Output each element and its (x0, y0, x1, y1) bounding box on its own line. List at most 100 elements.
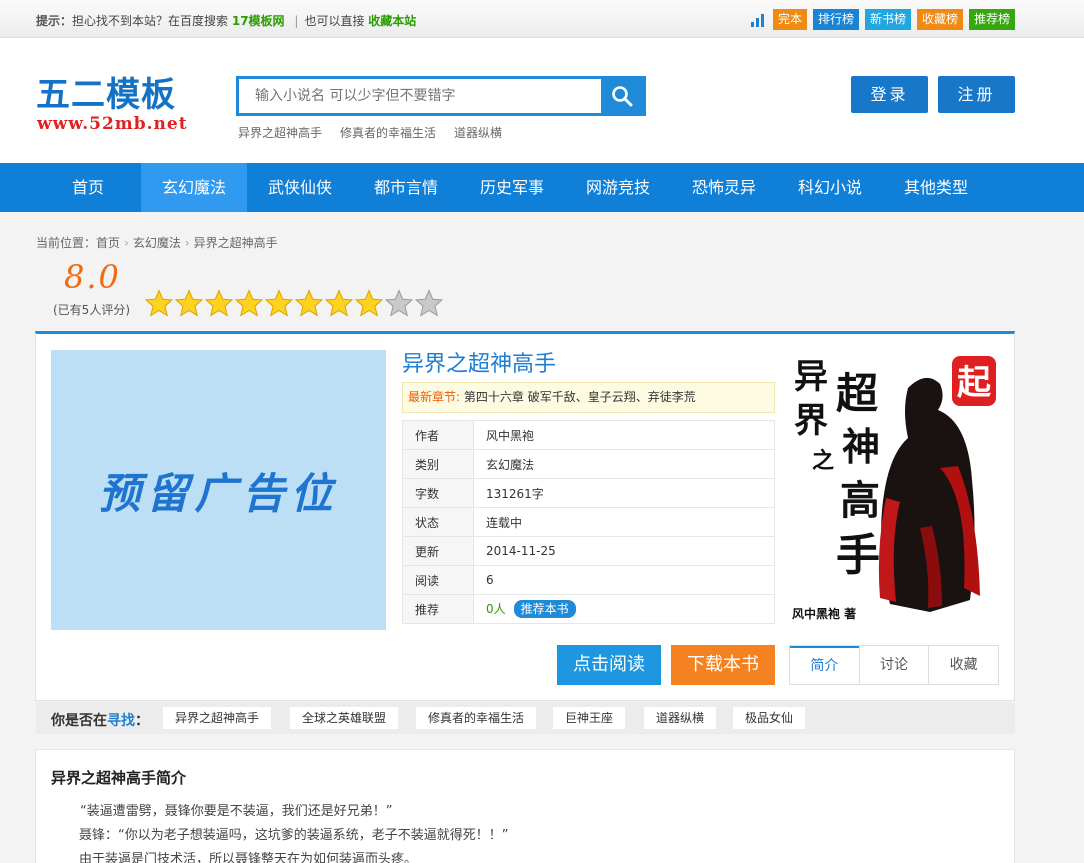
related-tag[interactable]: 极品女仙 (733, 707, 806, 729)
book-cover-image: 起 异 界 之 超 神 高 手 风中黑袍 著 (790, 348, 1000, 623)
search-input[interactable] (239, 79, 599, 113)
breadcrumb-arrow-icon: › (184, 236, 190, 250)
intro-line: 由于装逼是门技术活，所以聂锋整天在为如何装逼而头疼。 (79, 852, 418, 863)
book-tabs: 简介 讨论 收藏 (789, 645, 999, 685)
table-row: 状态 连载中 (402, 507, 775, 537)
star-filled-icon[interactable] (205, 289, 233, 318)
search-box (236, 76, 646, 116)
star-empty-icon[interactable] (385, 289, 413, 318)
breadcrumb-category[interactable]: 玄幻魔法 (133, 236, 181, 250)
nav-item-urban[interactable]: 都市言情 (353, 163, 459, 212)
star-filled-icon[interactable] (145, 289, 173, 318)
star-filled-icon[interactable] (325, 289, 353, 318)
recommend-count: 0人 (486, 602, 506, 616)
info-key: 字数 (402, 478, 474, 508)
cover-title-char: 手 (836, 530, 880, 581)
tip-site-link[interactable]: 17模板网 (232, 14, 285, 28)
quick-link-favorites[interactable]: 收藏榜 (917, 9, 964, 30)
tip-separator: | (294, 14, 299, 28)
nav-item-games[interactable]: 网游竞技 (565, 163, 671, 212)
breadcrumb-current: 异界之超神高手 (193, 236, 278, 250)
info-key: 作者 (402, 420, 474, 450)
intro-line: “装逼遭雷劈，聂锋你要是不装逼，我们还是好兄弟！” (80, 804, 393, 819)
book-cover[interactable]: 起 异 界 之 超 神 高 手 风中黑袍 著 (790, 348, 1000, 623)
breadcrumb-home[interactable]: 首页 (96, 236, 120, 250)
quick-link-wanben[interactable]: 完本 (773, 9, 808, 30)
read-now-button[interactable]: 点击阅读 (557, 645, 661, 685)
ad-placeholder: 预留广告位 (51, 350, 386, 630)
related-tag[interactable]: 道器纵横 (644, 707, 717, 729)
intro-heading: 异界之超神高手简介 (51, 769, 187, 787)
cover-title-char: 超 (836, 369, 879, 418)
header: 五二模板 www.52mb.net 异界之超神高手 修真者的幸福生活 道器纵横 … (0, 38, 1084, 163)
nav-item-scifi[interactable]: 科幻小说 (777, 163, 883, 212)
rating-stars[interactable] (145, 289, 443, 318)
nav-item-fantasy[interactable]: 玄幻魔法 (141, 163, 247, 212)
status-value: 连载中 (473, 507, 775, 537)
table-row: 字数 131261字 (402, 478, 775, 508)
recommend-book-button[interactable]: 推荐本书 (513, 600, 576, 618)
star-filled-icon[interactable] (265, 289, 293, 318)
hot-word-link[interactable]: 异界之超神高手 (238, 124, 322, 141)
latest-chapter-label: 最新章节: (408, 390, 461, 404)
login-button[interactable]: 登录 (851, 76, 928, 113)
recommend-cell: 0人 推荐本书 (473, 594, 775, 624)
quick-link-ranking[interactable]: 排行榜 (813, 9, 860, 30)
quick-link-new-books[interactable]: 新书榜 (865, 9, 912, 30)
bookmark-site-link[interactable]: 收藏本站 (368, 14, 416, 28)
related-label-colon: ： (135, 713, 149, 729)
bar-chart-icon (751, 13, 765, 27)
related-tag[interactable]: 异界之超神高手 (163, 707, 272, 729)
related-tag[interactable]: 巨神王座 (553, 707, 626, 729)
book-info-table: 作者 风中黑袍 类别 玄幻魔法 字数 131261字 状态 连载中 更新 2014-11-… (402, 420, 775, 624)
tab-favorites[interactable]: 收藏 (928, 646, 998, 684)
site-logo[interactable]: 五二模板 (36, 67, 176, 116)
cover-title-char: 之 (812, 448, 834, 474)
table-row: 类别 玄幻魔法 (402, 449, 775, 479)
book-intro: 异界之超神高手简介 “装逼遭雷劈，聂锋你要是不装逼，我们还是好兄弟！” 聂锋：“… (35, 749, 1015, 863)
latest-chapter-link[interactable]: 第四十六章 破军千敌、皇子云翔、弃徒李荒 (464, 390, 696, 404)
info-key: 推荐 (402, 594, 474, 624)
cover-author: 风中黑袍 著 (792, 606, 856, 621)
info-key: 类别 (402, 449, 474, 479)
star-filled-icon[interactable] (175, 289, 203, 318)
rating-score: 8.0 (64, 258, 121, 296)
nav-item-home[interactable]: 首页 (35, 163, 141, 212)
info-key: 状态 (402, 507, 474, 537)
related-tag[interactable]: 修真者的幸福生活 (416, 707, 537, 729)
nav-item-other[interactable]: 其他类型 (883, 163, 989, 212)
cover-title-char: 高 (840, 477, 880, 524)
related-tag[interactable]: 全球之英雄联盟 (290, 707, 399, 729)
hot-word-link[interactable]: 道器纵横 (454, 124, 502, 141)
author-value: 风中黑袍 (473, 420, 775, 450)
info-key: 阅读 (402, 565, 474, 595)
tab-discussion[interactable]: 讨论 (858, 646, 929, 684)
star-filled-icon[interactable] (355, 289, 383, 318)
breadcrumb: 当前位置：首页 › 玄幻魔法 › 异界之超神高手 (36, 234, 278, 251)
register-button[interactable]: 注册 (938, 76, 1015, 113)
related-search-label: 你是否在寻找： (51, 710, 149, 730)
breadcrumb-prefix: 当前位置： (36, 236, 97, 250)
nav-item-horror[interactable]: 恐怖灵异 (671, 163, 777, 212)
quick-link-recommended[interactable]: 推荐榜 (969, 9, 1016, 30)
breadcrumb-arrow-icon: › (124, 236, 129, 250)
nav-item-history[interactable]: 历史军事 (459, 163, 565, 212)
intro-line: 聂锋：“你以为老子想装逼吗，这坑爹的装逼系统，老子不装逼就得死！！” (79, 828, 509, 843)
nav-item-wuxia[interactable]: 武侠仙侠 (247, 163, 353, 212)
search-icon (612, 86, 633, 107)
download-button[interactable]: 下载本书 (671, 645, 775, 685)
star-filled-icon[interactable] (295, 289, 323, 318)
table-row: 推荐 0人 推荐本书 (402, 594, 775, 624)
cover-title-char: 界 (794, 401, 828, 441)
table-row: 更新 2014-11-25 (402, 536, 775, 566)
search-button[interactable] (601, 79, 643, 113)
tip-text2: 也可以直接 (304, 14, 365, 28)
star-filled-icon[interactable] (235, 289, 263, 318)
star-empty-icon[interactable] (415, 289, 443, 318)
site-tip: 提示：担心找不到本站？在百度搜索 17模板网 | 也可以直接 收藏本站 (36, 12, 416, 29)
latest-chapter: 最新章节: 第四十六章 破军千敌、皇子云翔、弃徒李荒 (402, 382, 775, 413)
hot-word-link[interactable]: 修真者的幸福生活 (340, 124, 436, 141)
hot-words: 异界之超神高手 修真者的幸福生活 道器纵横 (238, 124, 502, 141)
cover-badge: 起 (957, 363, 992, 403)
tab-intro[interactable]: 简介 (790, 646, 859, 684)
